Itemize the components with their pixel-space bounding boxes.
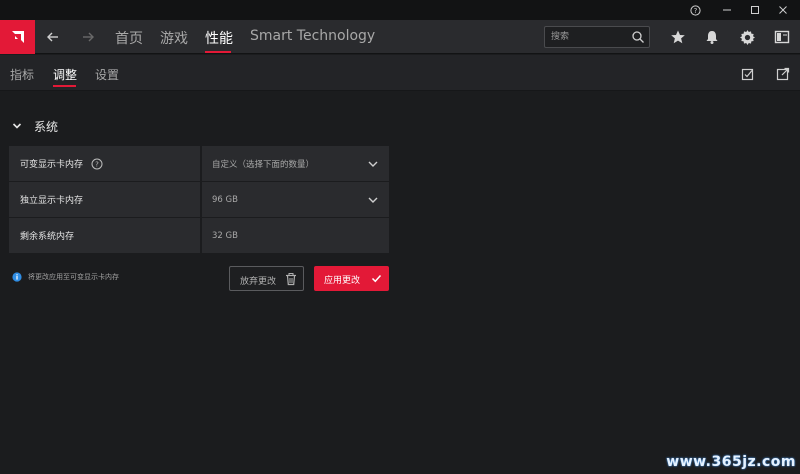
section-title: 系统	[34, 119, 59, 134]
setting-row-dedicated-graphics-memory: 独立显示卡内存 96 GB	[9, 182, 389, 217]
close-icon[interactable]	[769, 2, 797, 18]
svg-text:?: ?	[693, 7, 697, 15]
maximize-icon[interactable]	[741, 2, 769, 18]
amd-logo-icon	[11, 31, 24, 43]
chevron-down-icon[interactable]	[12, 121, 22, 131]
tab-gaming[interactable]: 游戏	[160, 28, 188, 48]
forward-arrow-icon[interactable]	[77, 26, 99, 48]
info-note: 将更改应用至可变显示卡内存	[12, 272, 119, 282]
setting-row-variable-graphics-memory: 可变显示卡内存 ? 自定义（选择下面的数量）	[9, 146, 389, 181]
star-icon[interactable]	[668, 27, 688, 47]
discard-button-label: 放弃更改	[240, 277, 277, 287]
dropdown-value: 96 GB	[212, 194, 238, 205]
trash-icon	[286, 273, 296, 286]
search-box[interactable]	[544, 26, 650, 48]
setting-label-cell: 可变显示卡内存 ?	[9, 146, 200, 181]
tab-home[interactable]: 首页	[115, 28, 143, 48]
setting-label: 可变显示卡内存	[20, 160, 84, 170]
remaining-memory-value: 32 GB	[202, 218, 389, 253]
checkmark-icon	[371, 274, 382, 283]
search-input[interactable]	[551, 29, 629, 45]
tab-smart-technology[interactable]: Smart Technology	[250, 28, 375, 44]
title-bar: ?	[0, 0, 800, 20]
search-icon[interactable]	[631, 30, 645, 44]
watermark: www.365jz.com	[666, 454, 796, 470]
main-navigation: 首页 游戏 性能 Smart Technology	[0, 20, 800, 54]
apply-button-label: 应用更改	[324, 276, 361, 286]
chevron-down-icon[interactable]	[367, 194, 379, 206]
tab-tuning[interactable]: 调整	[53, 66, 77, 83]
edit-check-icon[interactable]	[741, 67, 755, 81]
chevron-down-icon[interactable]	[367, 158, 379, 170]
dedicated-memory-dropdown[interactable]: 96 GB	[202, 182, 389, 217]
readonly-value: 32 GB	[212, 230, 238, 241]
active-subtab-indicator	[53, 85, 76, 87]
sidebar-panel-icon[interactable]	[772, 27, 792, 47]
amd-logo[interactable]	[0, 20, 35, 54]
setting-label: 剩余系统内存	[20, 232, 75, 242]
bell-icon[interactable]	[702, 27, 722, 47]
info-icon	[12, 272, 22, 282]
setting-row-remaining-system-memory: 剩余系统内存 32 GB	[9, 218, 389, 253]
back-arrow-icon[interactable]	[42, 26, 64, 48]
tab-metrics[interactable]: 指标	[10, 66, 34, 83]
svg-text:?: ?	[95, 160, 99, 168]
dropdown-value: 自定义（选择下面的数量）	[212, 159, 315, 170]
share-export-icon[interactable]	[776, 67, 790, 81]
gear-icon[interactable]	[737, 27, 757, 47]
help-circle-icon[interactable]: ?	[681, 2, 709, 18]
setting-label-cell: 独立显示卡内存	[9, 182, 200, 217]
variable-memory-dropdown[interactable]: 自定义（选择下面的数量）	[202, 146, 389, 181]
minimize-icon[interactable]	[713, 2, 741, 18]
help-icon[interactable]: ?	[91, 158, 103, 170]
discard-changes-button[interactable]: 放弃更改	[229, 266, 304, 291]
section-system-header[interactable]: 系统	[12, 118, 58, 134]
active-tab-indicator	[205, 51, 231, 53]
tab-performance[interactable]: 性能	[205, 28, 233, 48]
tab-settings[interactable]: 设置	[95, 66, 119, 83]
setting-label-cell: 剩余系统内存	[9, 218, 200, 253]
info-text: 将更改应用至可变显示卡内存	[28, 273, 119, 281]
sub-navigation: 指标 调整 设置	[0, 55, 800, 91]
apply-changes-button[interactable]: 应用更改	[314, 266, 389, 291]
setting-label: 独立显示卡内存	[20, 196, 84, 206]
